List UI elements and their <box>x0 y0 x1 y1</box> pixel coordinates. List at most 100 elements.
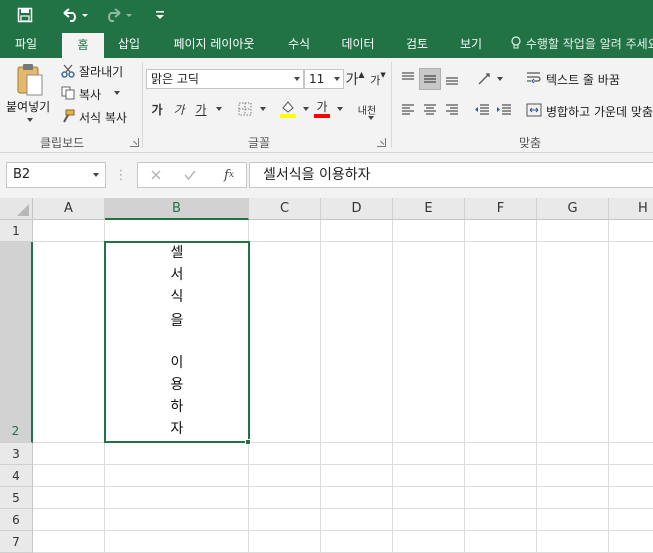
gridline <box>33 464 653 465</box>
fill-color-dropdown-icon[interactable] <box>299 98 309 120</box>
row-header-1[interactable]: 1 <box>0 220 33 242</box>
row-header-3[interactable]: 3 <box>0 443 33 465</box>
cell-b2-line: 서 <box>170 267 184 283</box>
font-launcher-icon[interactable] <box>377 138 386 147</box>
tab-view[interactable]: 보기 <box>450 31 492 58</box>
format-painter-button[interactable]: 서식 복사 <box>79 109 127 126</box>
fill-handle[interactable] <box>245 439 251 445</box>
bottom-align-icon[interactable] <box>442 68 462 90</box>
tab-home[interactable]: 홈 <box>62 33 104 58</box>
tab-file[interactable]: 파일 <box>4 31 48 58</box>
align-left-icon[interactable] <box>398 100 418 120</box>
tell-me-box[interactable]: 수행할 작업을 알려 주세요 <box>510 31 653 58</box>
font-color-dropdown-icon[interactable] <box>333 98 343 120</box>
tab-data[interactable]: 데이터 <box>332 31 384 58</box>
column-header-d[interactable]: D <box>321 198 393 220</box>
row-header-2[interactable]: 2 <box>0 242 33 443</box>
borders-icon[interactable] <box>236 100 254 118</box>
wrap-text-button[interactable]: 텍스트 줄 바꿈 <box>546 71 620 88</box>
redo-icon[interactable] <box>102 4 136 26</box>
middle-align-icon[interactable] <box>419 68 441 90</box>
name-box-value: B2 <box>13 167 31 182</box>
top-align-icon[interactable] <box>398 68 418 88</box>
gridline <box>392 220 393 553</box>
cell-b2-line <box>104 330 250 352</box>
tab-page-layout[interactable]: 페이지 레이아웃 <box>160 31 268 58</box>
name-box[interactable]: B2 <box>6 162 106 188</box>
orientation-dropdown-icon[interactable] <box>494 68 503 90</box>
font-group-label: 글꼴 <box>248 136 271 150</box>
column-header-e[interactable]: E <box>393 198 465 220</box>
column-header-h[interactable]: H <box>609 198 653 220</box>
clipboard-group-label: 클립보드 <box>40 136 85 150</box>
title-bar <box>0 0 653 31</box>
name-box-dropdown-icon[interactable] <box>93 173 99 177</box>
gridline <box>536 220 537 553</box>
bold-button[interactable]: 가 <box>148 98 166 120</box>
paste-icon[interactable] <box>14 62 46 98</box>
tab-review[interactable]: 검토 <box>396 31 438 58</box>
column-header-g[interactable]: G <box>537 198 609 220</box>
tab-formulas[interactable]: 수식 <box>278 31 320 58</box>
grow-font-icon[interactable]: 가 ▲ <box>345 69 364 89</box>
wrap-text-icon[interactable] <box>526 69 542 87</box>
gridline <box>33 508 653 509</box>
tell-me-text: 수행할 작업을 알려 주세요 <box>525 37 653 51</box>
confirm-entry-icon[interactable] <box>180 166 200 184</box>
column-header-f[interactable]: F <box>465 198 537 220</box>
shrink-font-icon[interactable]: 가 ▼ <box>370 71 386 89</box>
borders-dropdown-icon[interactable] <box>256 98 266 120</box>
underline-button[interactable]: 가 <box>192 98 210 120</box>
formula-input[interactable]: 셀서식을 이용하자 <box>249 162 653 188</box>
orientation-icon[interactable] <box>474 68 496 90</box>
select-all-button[interactable] <box>0 198 33 220</box>
column-header-c[interactable]: C <box>249 198 321 220</box>
paste-dropdown-icon[interactable] <box>22 116 34 124</box>
font-color-icon[interactable]: 가 <box>312 98 332 120</box>
align-right-icon[interactable] <box>442 100 462 120</box>
clipboard-launcher-icon[interactable] <box>130 138 139 147</box>
row-header-6[interactable]: 6 <box>0 509 33 531</box>
gridline <box>320 220 321 553</box>
merge-center-icon[interactable] <box>526 101 542 119</box>
lightbulb-icon <box>510 36 526 51</box>
increase-indent-icon[interactable] <box>494 100 514 120</box>
font-name-combo[interactable]: 맑은 고딕 <box>146 69 304 89</box>
group-separator <box>391 62 392 148</box>
italic-button[interactable]: 가 <box>170 98 188 120</box>
tab-insert[interactable]: 삽입 <box>108 31 150 58</box>
scissors-icon[interactable] <box>60 63 76 79</box>
align-center-icon[interactable] <box>420 100 440 120</box>
copy-dropdown-icon[interactable] <box>110 89 120 97</box>
cell-b2-line: 용 <box>170 377 184 393</box>
format-painter-icon[interactable] <box>60 108 76 124</box>
copy-icon[interactable] <box>60 85 76 101</box>
copy-button[interactable]: 복사 <box>79 86 101 103</box>
row-header-4[interactable]: 4 <box>0 465 33 487</box>
font-size-combo[interactable]: 11 <box>304 69 344 89</box>
ribbon-tabs: 파일 홈 삽입 페이지 레이아웃 수식 데이터 검토 보기 수행할 작업을 알려… <box>0 31 653 58</box>
cut-button[interactable]: 잘라내기 <box>79 63 123 80</box>
cell-b2-line: 하 <box>170 399 184 415</box>
font-color-swatch <box>314 114 330 118</box>
alignment-group-label: 맞춤 <box>519 136 542 150</box>
row-header-5[interactable]: 5 <box>0 487 33 509</box>
fill-color-icon[interactable] <box>278 98 298 120</box>
cell-b2-line: 셀 <box>170 245 184 261</box>
save-icon[interactable] <box>12 4 38 26</box>
paste-button-label[interactable]: 붙여넣기 <box>6 98 50 115</box>
underline-dropdown-icon[interactable] <box>212 98 222 120</box>
phonetic-dropdown-icon[interactable] <box>364 114 374 122</box>
merge-center-button[interactable]: 병합하고 가운데 맞춤 <box>546 103 653 120</box>
column-header-b[interactable]: B <box>105 198 249 220</box>
formula-bar-grip-icon: ⋮ <box>114 167 128 183</box>
decrease-indent-icon[interactable] <box>472 100 492 120</box>
cancel-entry-icon[interactable] <box>146 166 166 184</box>
row-header-7[interactable]: 7 <box>0 531 33 553</box>
undo-icon[interactable] <box>58 4 92 26</box>
customize-qat-icon[interactable] <box>150 4 170 26</box>
insert-function-icon[interactable]: fx <box>218 166 240 184</box>
font-name-value: 맑은 고딕 <box>151 72 199 86</box>
gridline <box>33 530 653 531</box>
column-header-a[interactable]: A <box>33 198 105 220</box>
